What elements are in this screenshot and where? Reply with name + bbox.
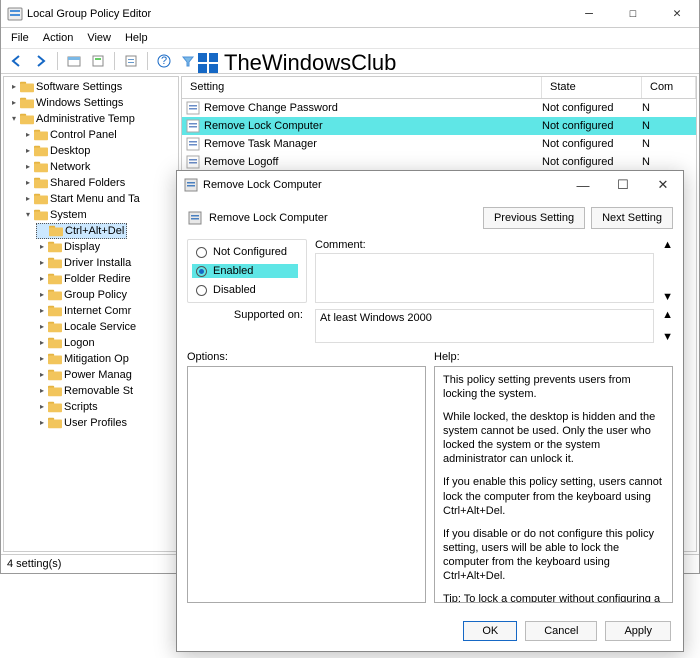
tree-item[interactable]: ▸Internet Comr: [36, 303, 131, 319]
tree-item[interactable]: ▸Control Panel: [22, 127, 117, 143]
tree-item[interactable]: ▸Desktop: [22, 143, 90, 159]
tree-item[interactable]: ▸Shared Folders: [22, 175, 125, 191]
tree-item[interactable]: ▸Start Menu and Ta: [22, 191, 140, 207]
radio-enabled[interactable]: Enabled: [192, 264, 298, 278]
toolbar-icon-2[interactable]: [88, 51, 108, 71]
policy-icon: [187, 210, 203, 226]
dialog-subtitle: Remove Lock Computer: [209, 212, 328, 224]
menu-help[interactable]: Help: [125, 32, 148, 44]
toolbar-filter-icon[interactable]: [178, 51, 198, 71]
tree-pane[interactable]: ▸Software Settings▸Windows Settings▾Admi…: [3, 76, 179, 552]
options-box: [187, 366, 426, 603]
tree-item[interactable]: ▸Driver Installa: [36, 255, 131, 271]
comment-label: Comment:: [315, 239, 654, 251]
titlebar: Local Group Policy Editor — ☐ ✕: [1, 0, 699, 28]
dialog-titlebar: Remove Lock Computer — ☐ ✕: [177, 171, 683, 199]
next-setting-button[interactable]: Next Setting: [591, 207, 673, 229]
dialog-subtitle-row: Remove Lock Computer: [187, 210, 477, 226]
gpedit-icon: [7, 6, 23, 22]
supported-scroll[interactable]: ▲▼: [662, 309, 673, 343]
list-row[interactable]: Remove Change Password Not configuredN: [182, 99, 696, 117]
ok-button[interactable]: OK: [463, 621, 517, 641]
help-box: This policy setting prevents users from …: [434, 366, 673, 603]
tree-item[interactable]: ▸Scripts: [36, 399, 98, 415]
previous-setting-button[interactable]: Previous Setting: [483, 207, 585, 229]
tree-item[interactable]: ▾Administrative Temp: [8, 111, 178, 127]
setting-comment: N: [642, 102, 696, 114]
back-button[interactable]: [7, 51, 27, 71]
tree-item[interactable]: ▸Power Manag: [36, 367, 132, 383]
comment-textbox[interactable]: [315, 253, 654, 303]
comment-scroll[interactable]: ▲▼: [662, 239, 673, 303]
header-state[interactable]: State: [542, 77, 642, 98]
supported-on-label: Supported on:: [187, 309, 307, 321]
supported-on-value: At least Windows 2000: [315, 309, 654, 343]
tree-item[interactable]: ▸Logon: [36, 335, 95, 351]
window-controls: — ☐ ✕: [567, 0, 699, 28]
setting-name: Remove Change Password: [204, 102, 338, 114]
menubar: File Action View Help: [1, 28, 699, 48]
tree-item[interactable]: ▸Software Settings: [8, 79, 122, 95]
setting-state: Not configured: [542, 102, 642, 114]
maximize-button[interactable]: ☐: [611, 0, 655, 28]
setting-state: Not configured: [542, 120, 642, 132]
cancel-button[interactable]: Cancel: [525, 621, 597, 641]
help-paragraph: This policy setting prevents users from …: [443, 373, 664, 401]
help-label: Help:: [434, 351, 673, 363]
list-row[interactable]: Remove Lock Computer Not configuredN: [182, 117, 696, 135]
tree-item[interactable]: ▸Folder Redire: [36, 271, 131, 287]
tree-item[interactable]: ▸User Profiles: [36, 415, 127, 431]
setting-state: Not configured: [542, 138, 642, 150]
tree-item[interactable]: ▸Display: [36, 239, 100, 255]
tree-item[interactable]: ▸Locale Service: [36, 319, 136, 335]
list-row[interactable]: Remove Logoff Not configuredN: [182, 153, 696, 171]
setting-name: Remove Task Manager: [204, 138, 317, 150]
toolbar-icon-1[interactable]: [64, 51, 84, 71]
dialog-maximize-button[interactable]: ☐: [603, 171, 643, 199]
toolbar: ?: [1, 48, 699, 74]
menu-file[interactable]: File: [11, 32, 29, 44]
policy-icon: [183, 177, 199, 193]
apply-button[interactable]: Apply: [605, 621, 671, 641]
setting-name: Remove Logoff: [204, 156, 278, 168]
state-radio-group: Not Configured Enabled Disabled: [187, 239, 307, 303]
window-title: Local Group Policy Editor: [27, 8, 567, 20]
forward-button[interactable]: [31, 51, 51, 71]
toolbar-icon-3[interactable]: [121, 51, 141, 71]
minimize-button[interactable]: —: [567, 0, 611, 28]
tree-item[interactable]: ▸Removable St: [36, 383, 133, 399]
dialog-close-button[interactable]: ✕: [643, 171, 683, 199]
setting-comment: N: [642, 120, 696, 132]
menu-action[interactable]: Action: [43, 32, 74, 44]
tree-item[interactable]: ▾System: [22, 207, 178, 223]
setting-comment: N: [642, 138, 696, 150]
radio-disabled[interactable]: Disabled: [196, 284, 298, 296]
list-row[interactable]: Remove Task Manager Not configuredN: [182, 135, 696, 153]
tree-item[interactable]: ▸Mitigation Op: [36, 351, 129, 367]
radio-not-configured[interactable]: Not Configured: [196, 246, 298, 258]
setting-name: Remove Lock Computer: [204, 120, 323, 132]
toolbar-help-icon[interactable]: ?: [154, 51, 174, 71]
help-paragraph: If you enable this policy setting, users…: [443, 475, 664, 517]
tree-item[interactable]: Ctrl+Alt+Del: [36, 223, 127, 239]
tree-item[interactable]: ▸Network: [22, 159, 90, 175]
setting-comment: N: [642, 156, 696, 168]
policy-dialog: Remove Lock Computer — ☐ ✕ Remove Lock C…: [176, 170, 684, 652]
list-header: Setting State Com: [182, 77, 696, 99]
dialog-title: Remove Lock Computer: [203, 179, 563, 191]
dialog-minimize-button[interactable]: —: [563, 171, 603, 199]
svg-text:?: ?: [161, 55, 167, 67]
setting-state: Not configured: [542, 156, 642, 168]
help-paragraph: If you disable or do not configure this …: [443, 527, 664, 583]
help-paragraph: While locked, the desktop is hidden and …: [443, 410, 664, 466]
header-setting[interactable]: Setting: [182, 77, 542, 98]
tree-item[interactable]: ▸Group Policy: [36, 287, 127, 303]
help-paragraph: Tip: To lock a computer without configur…: [443, 592, 664, 603]
menu-view[interactable]: View: [87, 32, 111, 44]
options-label: Options:: [187, 351, 426, 363]
header-comment[interactable]: Com: [642, 77, 696, 98]
close-button[interactable]: ✕: [655, 0, 699, 28]
tree-item[interactable]: ▸Windows Settings: [8, 95, 123, 111]
